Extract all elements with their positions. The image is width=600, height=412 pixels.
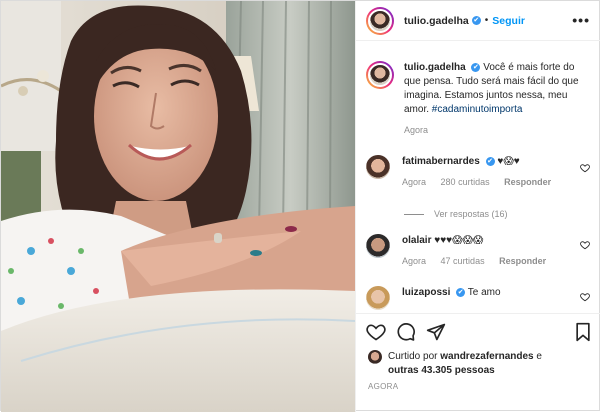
post-photo[interactable] <box>1 1 355 412</box>
author-username[interactable]: tulio.gadelha <box>404 15 469 27</box>
comment-item: luizapossi ✔ Te amo <box>366 286 592 310</box>
comment-text: olalair ♥♥♥😱😱😱 <box>402 234 558 248</box>
comment-meta: Agora 47 curtidas Responder <box>402 256 558 266</box>
liker-avatar[interactable] <box>368 350 382 364</box>
comment-username[interactable]: luizapossi <box>402 287 450 298</box>
commenter-avatar[interactable] <box>366 234 390 258</box>
verified-icon: ✔ <box>456 287 466 297</box>
photo-illustration <box>1 1 355 412</box>
post-actions: Curtido por wandrezafernandes e outras 4… <box>356 313 600 412</box>
comment-likes[interactable]: 280 curtidas <box>441 177 490 187</box>
comment-username[interactable]: fatimabernardes <box>402 156 480 167</box>
post-timestamp[interactable]: AGORA <box>368 382 398 391</box>
heart-icon[interactable] <box>366 322 386 342</box>
commenter-avatar[interactable] <box>366 286 390 310</box>
reply-button[interactable]: Responder <box>499 256 546 266</box>
likes-summary: Curtido por wandrezafernandes e outras 4… <box>368 350 542 378</box>
comments-section: tulio.gadelha ✔ Você é mais forte do que… <box>356 42 600 312</box>
caption-time[interactable]: Agora <box>404 125 428 135</box>
likes-prefix: Curtido por <box>388 351 438 362</box>
likes-middle: e <box>536 351 542 362</box>
likes-text: Curtido por wandrezafernandes e outras 4… <box>388 350 542 378</box>
post-side-panel: tulio.gadelha ✔ • Seguir ••• tulio.gadel… <box>355 1 600 412</box>
separator-dot: • <box>484 15 489 26</box>
view-replies-label: Ver respostas (16) <box>434 209 508 219</box>
follow-button[interactable]: Seguir <box>492 15 525 27</box>
caption-hashtag[interactable]: #cadaminutoimporta <box>432 104 523 115</box>
comment-like-heart-icon[interactable] <box>580 240 590 250</box>
comment-body: ♥😱♥ <box>497 156 520 167</box>
more-options-icon[interactable]: ••• <box>572 12 590 28</box>
comment-meta: Agora 280 curtidas Responder <box>402 177 563 187</box>
bookmark-icon[interactable] <box>574 322 592 342</box>
comment-item: olalair ♥♥♥😱😱😱 Agora 47 curtidas Respond… <box>366 234 592 266</box>
comment-like-heart-icon[interactable] <box>580 292 590 302</box>
commenter-avatar[interactable] <box>366 155 390 179</box>
comment-time[interactable]: Agora <box>402 177 426 187</box>
action-icons <box>366 322 592 344</box>
caption: tulio.gadelha ✔ Você é mais forte do que… <box>366 61 592 135</box>
verified-icon: ✔ <box>471 62 481 72</box>
caption-username[interactable]: tulio.gadelha <box>404 62 466 73</box>
comment-username[interactable]: olalair <box>402 235 431 246</box>
comment-text: luizapossi ✔ Te amo <box>402 286 501 300</box>
comment-icon[interactable] <box>396 322 416 342</box>
comment-time[interactable]: Agora <box>402 256 426 266</box>
caption-meta: Agora <box>404 125 582 135</box>
likes-others[interactable]: outras 43.305 pessoas <box>388 365 495 376</box>
comment-item: fatimabernardes ✔ ♥😱♥ Agora 280 curtidas… <box>366 155 592 187</box>
verified-icon: ✔ <box>485 156 495 166</box>
comment-likes[interactable]: 47 curtidas <box>441 256 485 266</box>
comment-body: Te amo <box>467 287 501 298</box>
reply-button[interactable]: Responder <box>504 177 551 187</box>
caption-text: tulio.gadelha ✔ Você é mais forte do que… <box>404 61 582 117</box>
comment-text: fatimabernardes ✔ ♥😱♥ <box>402 155 563 169</box>
comment-body: ♥♥♥😱😱😱 <box>434 235 484 246</box>
author-avatar[interactable] <box>366 6 394 35</box>
replies-divider <box>404 213 424 215</box>
caption-avatar[interactable] <box>366 61 394 89</box>
comment-like-heart-icon[interactable] <box>580 163 590 173</box>
liker-username[interactable]: wandrezafernandes <box>440 351 533 362</box>
view-replies-button[interactable]: Ver respostas (16) <box>404 209 508 219</box>
share-icon[interactable] <box>426 322 446 342</box>
post-header: tulio.gadelha ✔ • Seguir ••• <box>356 1 600 41</box>
verified-icon: ✔ <box>471 16 481 25</box>
instagram-post: tulio.gadelha ✔ • Seguir ••• tulio.gadel… <box>0 0 600 412</box>
